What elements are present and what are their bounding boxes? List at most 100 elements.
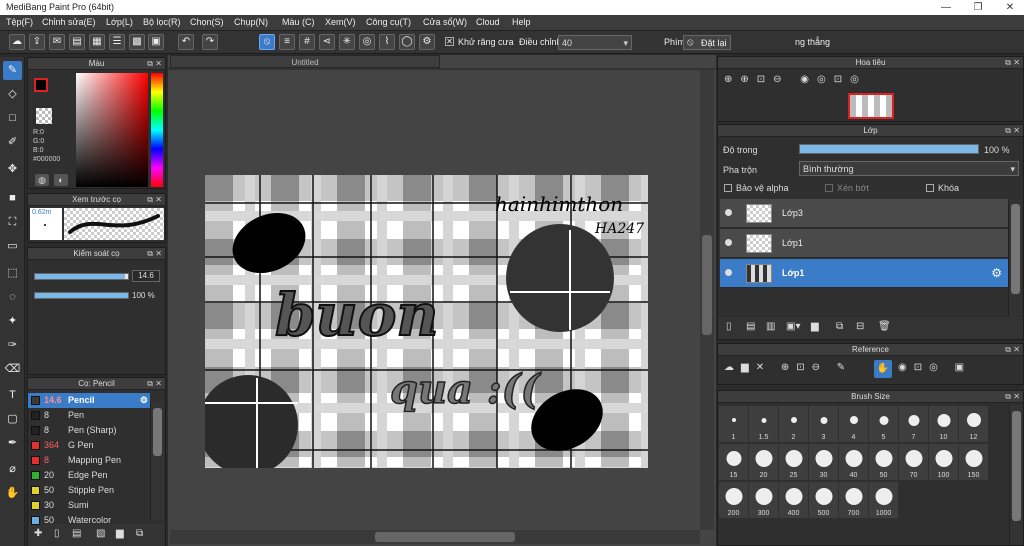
menu-view[interactable]: Xem(V): [325, 17, 356, 27]
menu-file[interactable]: Tệp(F): [6, 17, 33, 27]
merge-layer-icon[interactable]: ⊟: [856, 321, 864, 332]
ellipse-snap-icon[interactable]: ◯: [399, 34, 415, 50]
text-tool-icon[interactable]: T: [3, 386, 22, 405]
hand-tool-icon[interactable]: ✋: [3, 484, 22, 503]
brush-size-slider[interactable]: [34, 273, 129, 280]
perspective-snap-icon[interactable]: ⋖: [319, 34, 335, 50]
brush-size-option[interactable]: 500: [809, 482, 838, 518]
brush-item[interactable]: 8 Pen: [28, 408, 150, 423]
drawing-canvas[interactable]: hainhimthon HA247 buon qua :((: [205, 175, 648, 468]
clipping-checkbox[interactable]: [825, 184, 833, 192]
hue-slider[interactable]: [151, 73, 163, 187]
undock-icon[interactable]: ⧉: [147, 249, 153, 259]
palette-alt-icon[interactable]: ◐: [54, 174, 68, 186]
menu-edit[interactable]: Chỉnh sửa(E): [42, 17, 96, 27]
new-8bit-layer-icon[interactable]: ▥: [766, 321, 775, 332]
hand-icon[interactable]: ✋: [874, 360, 892, 378]
brush-size-option[interactable]: 150: [959, 444, 988, 480]
scrollbar-thumb[interactable]: [153, 408, 162, 456]
menu-capture[interactable]: Chụp(N): [234, 17, 268, 27]
brush-size-option[interactable]: 300: [749, 482, 778, 518]
layer-folder-icon[interactable]: ▆: [811, 321, 819, 332]
adjust-select[interactable]: 40 ▾: [558, 35, 632, 50]
duplicate-icon[interactable]: ⧉: [136, 528, 143, 539]
canvas-hscrollbar[interactable]: [170, 530, 700, 544]
canvas-vscroll-thumb[interactable]: [702, 235, 712, 335]
brush-item[interactable]: 14.6 Pencil ⚙: [28, 393, 150, 408]
menu-cloud[interactable]: Cloud: [476, 17, 500, 27]
close-icon[interactable]: ✕: [155, 379, 162, 388]
brush-tool-icon[interactable]: ✎: [3, 61, 22, 80]
parallel-snap-icon[interactable]: ≡: [279, 34, 295, 50]
comment-icon[interactable]: ✉: [49, 34, 65, 50]
close-icon[interactable]: ✕: [155, 249, 162, 258]
brush-item[interactable]: 8 Pen (Sharp): [28, 423, 150, 438]
brush-menu-icon[interactable]: ▤: [72, 528, 81, 539]
brush-size-option[interactable]: 1.5: [749, 406, 778, 442]
settings-icon[interactable]: ⚙: [419, 34, 435, 50]
brush-size-option[interactable]: 2: [779, 406, 808, 442]
new-brush-icon[interactable]: ▯: [54, 528, 60, 539]
menu-tools[interactable]: Công cụ(T): [366, 17, 411, 27]
frame-icon[interactable]: ▣: [148, 34, 164, 50]
layer-row[interactable]: Lớp1 ⚙: [720, 259, 1008, 288]
panel-tool-icon[interactable]: ▢: [3, 410, 22, 429]
maximize-button[interactable]: ❐: [964, 0, 992, 15]
foreground-color-swatch[interactable]: [34, 78, 48, 92]
menu-color[interactable]: Màu (C): [282, 17, 315, 27]
lock-checkbox[interactable]: [926, 184, 934, 192]
brush-size-option[interactable]: 50: [869, 444, 898, 480]
import-brush-icon[interactable]: ▧: [96, 528, 105, 539]
reset-button[interactable]: ⦸ Đặt lại: [683, 35, 731, 50]
brush-size-option[interactable]: 30: [809, 444, 838, 480]
layer-scrollbar[interactable]: [1008, 200, 1022, 316]
eye-icon[interactable]: [725, 269, 732, 276]
saturation-value-picker[interactable]: [76, 73, 148, 187]
close-icon[interactable]: ✕: [155, 195, 162, 204]
select-eraser-icon[interactable]: ⌫: [3, 360, 22, 379]
undock-icon[interactable]: ⧉: [147, 379, 153, 389]
menu-layer[interactable]: Lớp(L): [106, 17, 133, 27]
canvas-vscrollbar[interactable]: [700, 70, 714, 530]
close-icon[interactable]: ✕: [1013, 345, 1020, 354]
menu-select[interactable]: Chọn(S): [190, 17, 224, 27]
grid-snap-icon[interactable]: #: [299, 34, 315, 50]
layer-row[interactable]: Lớp3: [720, 199, 1008, 228]
gear-icon[interactable]: ⚙: [140, 393, 148, 408]
navigator-tools[interactable]: ⊕⊕⊡⊖ ◉◎⊡◎: [724, 74, 867, 85]
undock-icon[interactable]: ⧉: [147, 195, 153, 205]
document-icon[interactable]: ▤: [69, 34, 85, 50]
lasso-icon[interactable]: ◌: [3, 288, 22, 307]
minimize-button[interactable]: —: [932, 0, 960, 15]
eraser-tool-icon[interactable]: ◇: [3, 85, 22, 104]
snap-off-icon[interactable]: ⦸: [259, 34, 275, 50]
brush-size-option[interactable]: 4: [839, 406, 868, 442]
rectangle-tool-icon[interactable]: □: [3, 109, 22, 128]
move-tool-icon[interactable]: ✥: [3, 160, 22, 179]
bucket-icon[interactable]: ⛶: [3, 213, 22, 232]
brush-size-option[interactable]: 3: [809, 406, 838, 442]
radial-snap-icon[interactable]: ✳: [339, 34, 355, 50]
eye-icon[interactable]: [725, 209, 732, 216]
brush-item[interactable]: 50 Stipple Pen: [28, 483, 150, 498]
brush-size-option[interactable]: 25: [779, 444, 808, 480]
brush-list-scrollbar[interactable]: [150, 402, 164, 520]
brush-item[interactable]: 364 G Pen: [28, 438, 150, 453]
brush-size-option[interactable]: 40: [839, 444, 868, 480]
palette-icon[interactable]: ◍: [35, 174, 49, 186]
close-button[interactable]: ✕: [996, 0, 1024, 15]
brush-opacity-slider[interactable]: [34, 292, 129, 299]
close-icon[interactable]: ✕: [1013, 126, 1020, 135]
brush-item[interactable]: 20 Edge Pen: [28, 468, 150, 483]
brush-size-option[interactable]: 400: [779, 482, 808, 518]
menu-help[interactable]: Help: [512, 17, 531, 27]
curve-snap-icon[interactable]: ⌇: [379, 34, 395, 50]
reference-tools[interactable]: ☁▆✕ ⊕⊡⊖ ✎: [724, 362, 852, 373]
duplicate-layer-icon[interactable]: ⧉: [836, 321, 843, 332]
redo-icon[interactable]: ↷: [202, 34, 218, 50]
undock-icon[interactable]: ⧉: [1005, 58, 1011, 68]
brush-size-option[interactable]: 5: [869, 406, 898, 442]
brush-size-option[interactable]: 100: [929, 444, 958, 480]
dot-brush-icon[interactable]: ✐: [3, 133, 22, 152]
brush-size-option[interactable]: 1000: [869, 482, 898, 518]
